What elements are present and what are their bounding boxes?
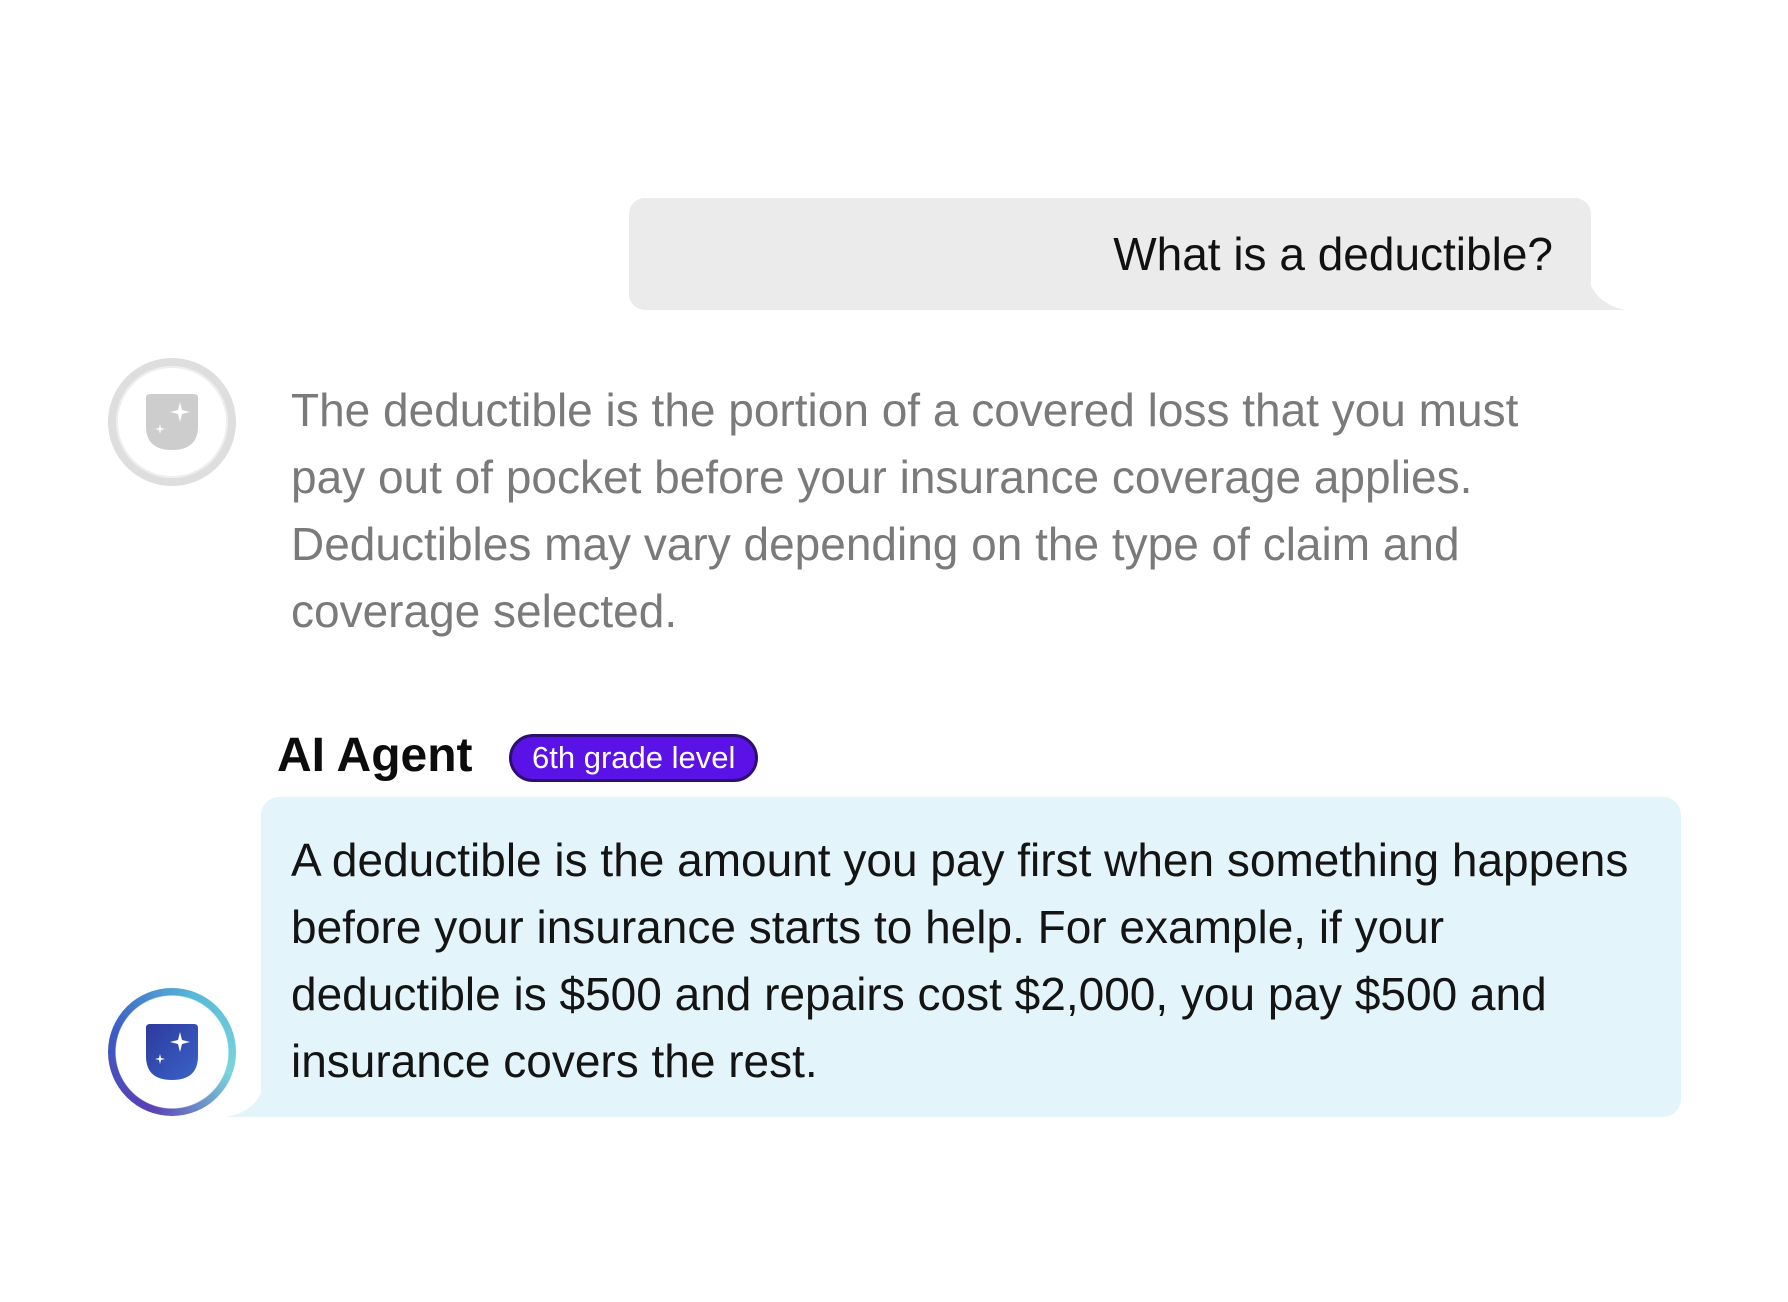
user-message-text: What is a deductible? [1113, 228, 1553, 280]
agent-avatar [108, 988, 236, 1116]
reading-level-badge: 6th grade level [509, 734, 759, 782]
user-message-bubble: What is a deductible? [629, 198, 1591, 310]
original-response-avatar [108, 358, 236, 486]
shield-sparkle-icon [146, 1024, 198, 1080]
agent-name: AI Agent [277, 729, 473, 782]
original-response-text: The deductible is the portion of a cover… [291, 384, 1519, 637]
user-bubble-tail [1586, 270, 1626, 310]
agent-bubble-tail [225, 1080, 265, 1117]
agent-response-text: A deductible is the amount you pay first… [291, 834, 1629, 1087]
